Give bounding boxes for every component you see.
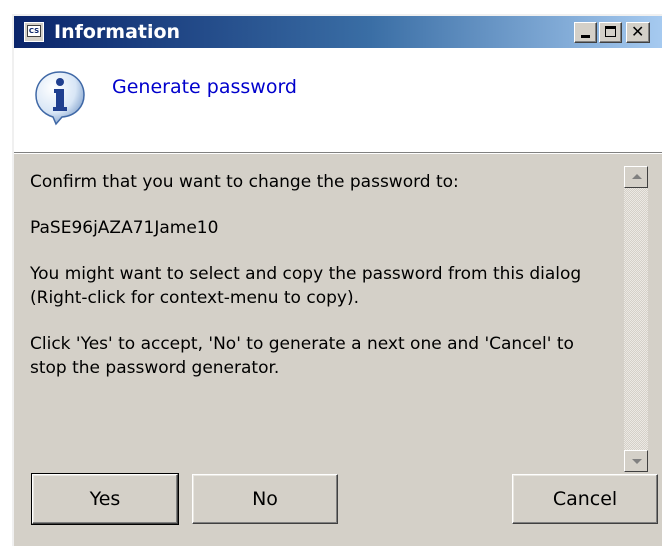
close-icon: ✕: [631, 22, 645, 41]
window-title: Information: [54, 21, 181, 43]
vertical-scrollbar[interactable]: [624, 166, 648, 472]
instructions-text: Click 'Yes' to accept, 'No' to generate …: [30, 334, 574, 378]
cancel-button[interactable]: Cancel: [512, 474, 658, 524]
copy-hint-text: You might want to select and copy the pa…: [30, 264, 582, 308]
app-icon[interactable]: CS: [24, 22, 44, 42]
maximize-button[interactable]: [599, 22, 622, 43]
close-button[interactable]: ✕: [626, 22, 650, 43]
title-bar[interactable]: CS Information ✕: [14, 16, 662, 48]
scroll-up-button[interactable]: [624, 166, 648, 188]
minimize-button[interactable]: [574, 22, 597, 43]
info-icon: [35, 71, 85, 126]
no-button[interactable]: No: [192, 474, 338, 524]
scroll-down-button[interactable]: [624, 450, 648, 472]
down-arrow-icon: [632, 459, 642, 464]
message-text[interactable]: Confirm that you want to change the pass…: [14, 156, 626, 466]
app-icon-label: CS: [27, 25, 41, 37]
dialog-header: Generate password: [14, 48, 662, 154]
generated-password[interactable]: PaSE96jAZA71Jame10: [30, 216, 610, 240]
minimize-icon: [581, 35, 590, 38]
header-title: Generate password: [112, 76, 297, 98]
confirm-text: Confirm that you want to change the pass…: [30, 172, 459, 192]
up-arrow-icon: [632, 174, 642, 179]
yes-button[interactable]: Yes: [31, 473, 179, 525]
maximize-icon: [605, 26, 616, 37]
information-dialog: CS Information ✕ Generate password Confi…: [12, 14, 662, 546]
